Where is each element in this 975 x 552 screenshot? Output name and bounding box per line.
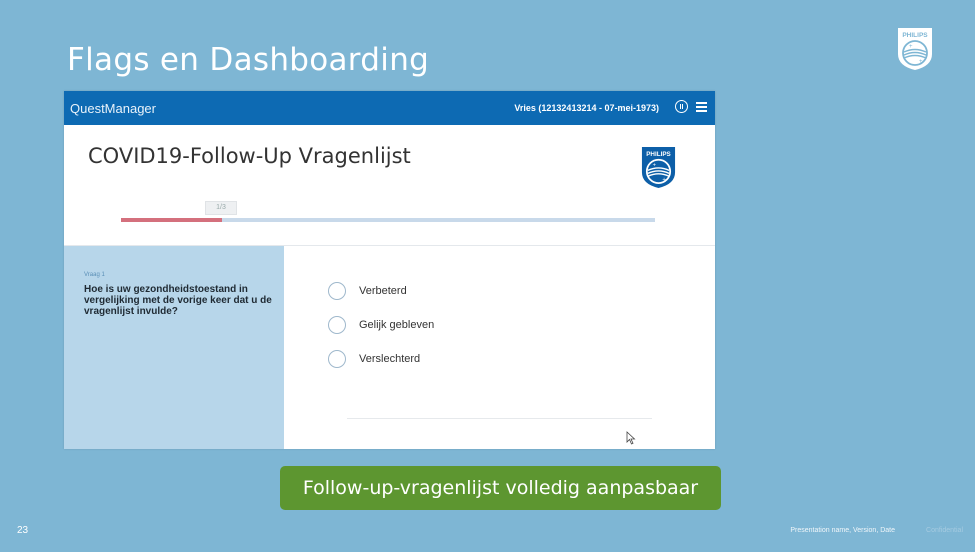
footer-confidential: Confidential	[926, 527, 963, 534]
menu-icon[interactable]	[696, 102, 707, 112]
slide-title: Flags en Dashboarding	[67, 42, 430, 78]
option-label: Gelijk gebleven	[359, 319, 435, 331]
radio-button[interactable]	[328, 316, 346, 334]
svg-text:+: +	[919, 59, 923, 65]
progress-fill	[121, 218, 223, 222]
app-header: QuestManager Vries (12132413214 - 07-mei…	[64, 91, 715, 125]
svg-text:+: +	[653, 163, 657, 169]
divider	[347, 418, 652, 419]
progress-label: 1/3	[205, 201, 237, 215]
questionnaire-title: COVID19-Follow-Up Vragenlijst	[88, 144, 411, 168]
footer-text: Presentation name, Version, Date	[790, 527, 895, 534]
patient-info: Vries (12132413214 - 07-mei-1973)	[514, 103, 659, 113]
progress-bar	[121, 218, 655, 222]
svg-text:PHILIPS: PHILIPS	[646, 151, 671, 158]
option-label: Verslechterd	[359, 353, 421, 365]
app-name: QuestManager	[70, 101, 156, 116]
question-text: Hoe is uw gezondheidstoestand in vergeli…	[84, 284, 272, 317]
questionnaire-screenshot: QuestManager Vries (12132413214 - 07-mei…	[64, 91, 715, 449]
philips-logo-icon: PHILIPS + +	[898, 28, 932, 70]
svg-text:+: +	[662, 177, 666, 183]
svg-text:+: +	[909, 44, 913, 50]
radio-button[interactable]	[328, 282, 346, 300]
pause-icon[interactable]	[675, 100, 688, 113]
question-number: Vraag 1	[84, 272, 105, 278]
question-panel: Vraag 1 Hoe is uw gezondheidstoestand in…	[64, 246, 284, 449]
cursor-icon	[626, 431, 636, 445]
option-verbeterd[interactable]: Verbeterd	[328, 282, 407, 300]
slide-number: 23	[17, 525, 29, 536]
radio-button[interactable]	[328, 350, 346, 368]
option-verslechterd[interactable]: Verslechterd	[328, 350, 420, 368]
feature-banner: Follow-up-vragenlijst volledig aanpasbaa…	[280, 466, 721, 510]
option-gelijk-gebleven[interactable]: Gelijk gebleven	[328, 316, 434, 334]
svg-text:PHILIPS: PHILIPS	[902, 32, 928, 39]
option-label: Verbeterd	[359, 285, 407, 297]
philips-logo-icon: PHILIPS + +	[641, 147, 676, 188]
